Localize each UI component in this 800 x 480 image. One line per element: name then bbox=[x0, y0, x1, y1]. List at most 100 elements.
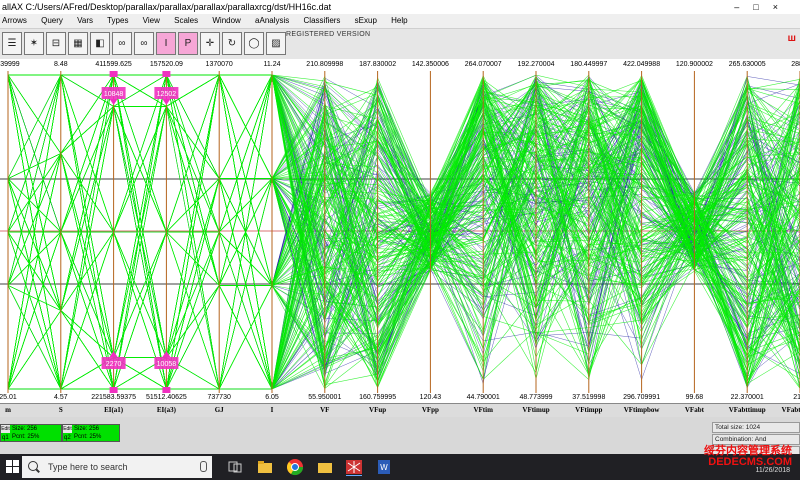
crosshair-icon: ✛ bbox=[205, 38, 215, 49]
axis-name-label[interactable]: VFpp bbox=[422, 404, 439, 417]
chrome-icon[interactable] bbox=[286, 458, 304, 476]
axis-min-label: 99.68 bbox=[685, 394, 704, 401]
axis-name-label[interactable]: I bbox=[271, 404, 274, 417]
axis-min-label: 25.01 bbox=[0, 394, 17, 401]
axes-icon: ⊟ bbox=[51, 38, 61, 49]
brush-arrow-icon[interactable] bbox=[109, 99, 118, 105]
status-bar: Edit q1 Size: 256 Pcnt: 25% Edit q2 Size… bbox=[0, 417, 800, 456]
palette-icon: ◧ bbox=[95, 38, 105, 49]
combination-label: Combination: And bbox=[712, 434, 800, 445]
word-icon[interactable]: W bbox=[375, 458, 393, 476]
query2-percent: Pcnt: 25% bbox=[74, 434, 102, 440]
task-view-icon[interactable] bbox=[226, 458, 244, 476]
arrows-tool-button[interactable]: ☰ bbox=[2, 32, 22, 55]
microphone-icon[interactable] bbox=[200, 461, 207, 472]
chain-icon: ∞ bbox=[118, 38, 126, 49]
axis-min-label: 21.5 bbox=[793, 394, 800, 401]
axis-name-label[interactable]: m bbox=[5, 404, 11, 417]
stripe-icon: ▨ bbox=[271, 38, 281, 49]
taskbar-search-placeholder: Type here to search bbox=[48, 462, 128, 472]
query1-box[interactable]: Edit q1 Size: 256 Pcnt: 25% bbox=[0, 424, 62, 442]
query2-edit-button[interactable]: Edit bbox=[63, 425, 72, 433]
axis-name-label[interactable]: EI(a3) bbox=[157, 404, 176, 417]
circle-tool-button[interactable]: ◯ bbox=[244, 32, 264, 55]
query-i-tool-button[interactable]: I bbox=[156, 32, 176, 55]
grid-icon: ▦ bbox=[73, 38, 83, 49]
taskbar-clock: 11/26/2018 bbox=[755, 467, 790, 474]
axis-min-label: 44.790001 bbox=[466, 394, 500, 401]
menu-setup[interactable]: sExup bbox=[355, 16, 377, 25]
axis-name-label[interactable]: VF bbox=[320, 404, 329, 417]
axis-name-label[interactable]: GJ bbox=[215, 404, 224, 417]
windows-taskbar: Type here to search W 11/26/2018 绥芬内容管理系… bbox=[0, 446, 800, 480]
scatter-tool-button[interactable]: ✶ bbox=[24, 32, 44, 55]
menu-window[interactable]: Window bbox=[212, 16, 240, 25]
color-tool-button[interactable]: ◧ bbox=[90, 32, 110, 55]
registered-version-label: REGISTERED VERSION bbox=[286, 31, 371, 38]
windows-start-icon[interactable] bbox=[6, 460, 20, 474]
axis-name-label[interactable]: EI(a1) bbox=[104, 404, 123, 417]
parallax-app-icon[interactable] bbox=[345, 458, 363, 476]
axis-max-label: 120.900002 bbox=[675, 61, 713, 68]
axis-max-label: 422.049988 bbox=[623, 61, 661, 68]
scatter-icon: ✶ bbox=[29, 38, 39, 49]
brush-value-label: 12502 bbox=[157, 91, 177, 98]
axis-name-label[interactable]: VFabttimpp bbox=[782, 404, 800, 417]
axis-name-label[interactable]: VFtim bbox=[473, 404, 492, 417]
axis-name-label[interactable]: VFtimup bbox=[522, 404, 549, 417]
brush-value-label: 2270 bbox=[106, 361, 122, 368]
menu-types[interactable]: Types bbox=[107, 16, 128, 25]
brush-arrow-icon[interactable] bbox=[162, 99, 171, 105]
brush-arrow-icon[interactable] bbox=[109, 351, 118, 357]
rotate-icon: ↻ bbox=[227, 38, 237, 49]
brush-top-tab[interactable] bbox=[162, 71, 171, 77]
menu-analysis[interactable]: aAnalysis bbox=[255, 16, 289, 25]
taskbar-search-box[interactable]: Type here to search bbox=[22, 456, 212, 478]
brush-top-tab[interactable] bbox=[109, 71, 118, 77]
axis-min-label: 37.519998 bbox=[572, 394, 606, 401]
axis-name-label[interactable]: VFtimpp bbox=[575, 404, 602, 417]
menu-scales[interactable]: Scales bbox=[174, 16, 198, 25]
menu-vars[interactable]: Vars bbox=[77, 16, 93, 25]
axis-min-label: 6.05 bbox=[265, 394, 279, 401]
axis-min-label: 296.709991 bbox=[623, 394, 661, 401]
menu-view[interactable]: View bbox=[143, 16, 160, 25]
rotate-tool-button[interactable]: ↻ bbox=[222, 32, 242, 55]
search-icon bbox=[28, 461, 38, 471]
link2-tool-button[interactable]: ∞ bbox=[134, 32, 154, 55]
axis-name-label[interactable]: S bbox=[59, 404, 63, 417]
chain2-icon: ∞ bbox=[140, 38, 148, 49]
tool-bar: ☰ ✶ ⊟ ▦ ◧ ∞ ∞ I P ✛ ↻ ◯ ▨ REGISTERED VERSION ш bbox=[0, 29, 800, 60]
axis-name-label[interactable]: VFabttimup bbox=[729, 404, 766, 417]
maximize-button[interactable]: □ bbox=[753, 2, 772, 12]
axis-max-label: 180.449997 bbox=[570, 61, 608, 68]
cross-tool-button[interactable]: ✛ bbox=[200, 32, 220, 55]
axis-max-label: 265.630005 bbox=[728, 61, 766, 68]
axis-name-label[interactable]: VFup bbox=[369, 404, 386, 417]
axis-max-label: 187.830002 bbox=[359, 61, 397, 68]
minimize-button[interactable]: – bbox=[734, 2, 753, 12]
query1-index: q1 bbox=[2, 435, 9, 441]
axis-name-label[interactable]: VFtimpbow bbox=[624, 404, 660, 417]
menu-classifiers[interactable]: Classifiers bbox=[304, 16, 341, 25]
menu-query[interactable]: Query bbox=[41, 16, 63, 25]
close-button[interactable]: × bbox=[773, 2, 792, 12]
grid-tool-button[interactable]: ▦ bbox=[68, 32, 88, 55]
title-bar: allAX C:/Users/AFred/Desktop/parallax/pa… bbox=[0, 0, 800, 14]
axis-max-label: 439999 bbox=[0, 61, 20, 68]
parallel-coordinates-plot[interactable]: 10848 12502 2270 10058 bbox=[0, 71, 800, 393]
link-tool-button[interactable]: ∞ bbox=[112, 32, 132, 55]
query1-edit-button[interactable]: Edit bbox=[1, 425, 10, 433]
stripe-tool-button[interactable]: ▨ bbox=[266, 32, 286, 55]
menu-arrows[interactable]: Arrows bbox=[2, 16, 27, 25]
axis-name-label[interactable]: VFabt bbox=[685, 404, 704, 417]
axis-max-label: 1370070 bbox=[205, 61, 233, 68]
query2-box[interactable]: Edit q2 Size: 256 Pcnt: 25% bbox=[62, 424, 120, 442]
menu-help[interactable]: Help bbox=[391, 16, 407, 25]
axes-tool-button[interactable]: ⊟ bbox=[46, 32, 66, 55]
query2-index: q2 bbox=[64, 435, 71, 441]
query-p-tool-button[interactable]: P bbox=[178, 32, 198, 55]
menu-bar: Arrows Query Vars Types View Scales Wind… bbox=[0, 14, 800, 29]
file-explorer-icon[interactable] bbox=[256, 458, 274, 476]
folder-icon[interactable] bbox=[316, 458, 334, 476]
